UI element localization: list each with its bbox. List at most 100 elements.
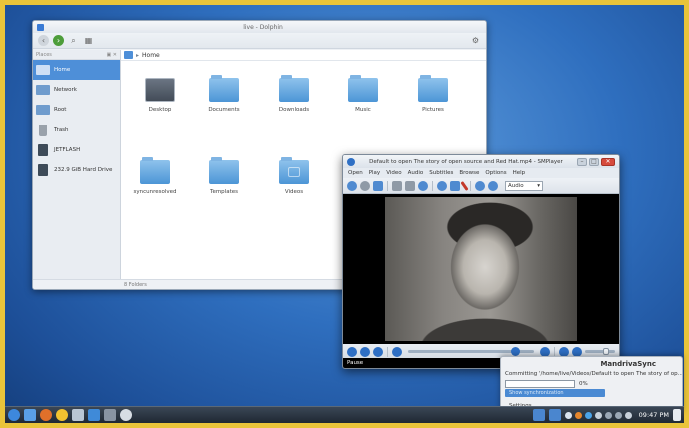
file-item-syncunresolved[interactable]: syncunresolved — [125, 157, 185, 195]
place-trash[interactable]: Trash — [33, 120, 120, 140]
file-item-documents[interactable]: Documents — [194, 75, 254, 113]
tray-wifi-icon[interactable] — [614, 411, 622, 419]
pause-icon[interactable] — [360, 346, 370, 357]
file-item-templates[interactable]: Templates — [194, 157, 254, 195]
notification-message: Committing '/home/live/Videos/Default to… — [505, 371, 682, 377]
places-panel: Places ▣ ✕ Home Network Root Trash JETFL… — [33, 50, 121, 279]
places-panel-controls-icon[interactable]: ▣ ✕ — [106, 52, 117, 58]
clock[interactable]: 09:47 PM — [639, 411, 669, 419]
fullscreen-toggle-icon[interactable] — [559, 346, 569, 357]
menu-subtitles[interactable]: Subtitles — [429, 170, 453, 176]
maximize-button[interactable]: □ — [589, 157, 599, 166]
info-icon[interactable] — [437, 180, 447, 191]
minimize-button[interactable]: – — [577, 157, 587, 166]
show-desktop-icon[interactable] — [673, 409, 681, 421]
firefox-icon[interactable] — [40, 409, 52, 421]
tray-update-icon[interactable] — [564, 411, 572, 419]
menu-bar: Open Play Video Audio Subtitles Browse O… — [343, 168, 619, 178]
play-icon[interactable] — [347, 346, 357, 357]
smplayer-titlebar[interactable]: Default to open The story of open source… — [343, 155, 619, 168]
menu-help[interactable]: Help — [513, 170, 526, 176]
tray-battery-icon[interactable] — [594, 411, 602, 419]
chat-icon[interactable] — [56, 409, 68, 421]
view-mode-icon[interactable]: ▦ — [83, 35, 94, 46]
previous-icon[interactable] — [475, 180, 485, 191]
usb-drive-icon — [38, 144, 48, 156]
file-label: Desktop — [148, 107, 172, 113]
back-button[interactable]: ‹ — [38, 35, 49, 46]
place-label: Home — [54, 67, 71, 73]
volume-slider[interactable] — [585, 348, 615, 355]
audio-track-select[interactable]: Audio ▾ — [505, 180, 543, 191]
network-icon — [36, 85, 50, 95]
seek-bar[interactable] — [408, 347, 534, 356]
mute-icon[interactable] — [572, 346, 582, 357]
search-icon[interactable]: ⌕ — [68, 35, 79, 46]
preferences-icon[interactable] — [460, 180, 469, 191]
compact-mode-icon[interactable] — [405, 180, 415, 191]
breadcrumb-root-button[interactable] — [124, 51, 133, 59]
file-item-music[interactable]: Music — [333, 75, 393, 113]
file-manager-titlebar[interactable]: live - Dolphin — [33, 21, 486, 33]
place-jetflash[interactable]: JETFLASH — [33, 140, 120, 160]
file-label: Pictures — [422, 107, 444, 113]
settings-menu-icon[interactable]: ⚙ — [470, 35, 481, 46]
playlist-icon[interactable] — [450, 180, 460, 191]
screenshot-icon[interactable] — [418, 180, 428, 191]
file-item-downloads[interactable]: Downloads — [264, 75, 324, 113]
menu-options[interactable]: Options — [485, 170, 506, 176]
office-icon[interactable] — [104, 409, 116, 421]
tray-network-icon[interactable] — [584, 411, 592, 419]
trash-icon — [39, 124, 47, 136]
file-manager-launcher-icon[interactable] — [24, 409, 36, 421]
file-item-videos[interactable]: Videos — [264, 157, 324, 195]
close-button[interactable]: ✕ — [601, 157, 615, 166]
breadcrumb: ▸ Home — [121, 50, 486, 61]
place-home[interactable]: Home — [33, 60, 120, 80]
open-url-icon[interactable] — [373, 180, 383, 191]
tray-volume-icon[interactable] — [624, 411, 632, 419]
breadcrumb-current[interactable]: Home — [142, 52, 160, 59]
menu-video[interactable]: Video — [386, 170, 401, 176]
smplayer-window[interactable]: Default to open The story of open source… — [342, 154, 620, 369]
mail-icon[interactable] — [72, 409, 84, 421]
seek-handle[interactable] — [511, 347, 521, 356]
file-item-desktop[interactable]: Desktop — [130, 78, 190, 113]
sync-progress-bar — [505, 380, 575, 388]
folder-icon — [140, 157, 170, 184]
file-label: Videos — [284, 189, 304, 195]
video-folder-icon — [279, 157, 309, 184]
open-file-icon[interactable] — [347, 180, 357, 191]
fullscreen-icon[interactable] — [392, 180, 402, 191]
rewind-icon[interactable] — [392, 346, 402, 357]
task-smplayer-icon[interactable] — [548, 409, 561, 421]
menu-browse[interactable]: Browse — [459, 170, 479, 176]
settings-gear-icon[interactable] — [120, 409, 132, 421]
folder-count: 8 Folders — [124, 281, 147, 288]
place-label: Root — [54, 107, 67, 113]
tray-sync-icon[interactable] — [574, 411, 582, 419]
menu-audio[interactable]: Audio — [408, 170, 424, 176]
next-icon[interactable] — [488, 180, 498, 191]
video-area[interactable] — [343, 194, 619, 344]
file-item-pictures[interactable]: Pictures — [403, 75, 463, 113]
place-hard-drive[interactable]: 232.9 GiB Hard Drive — [33, 160, 120, 180]
open-disc-icon[interactable] — [360, 180, 370, 191]
window-title: Default to open The story of open source… — [369, 158, 563, 165]
stop-icon[interactable] — [373, 346, 383, 357]
menu-open[interactable]: Open — [348, 170, 363, 176]
show-sync-button[interactable]: Show synchronization — [505, 389, 605, 397]
tray-tools-icon[interactable] — [604, 411, 612, 419]
folder-icon — [209, 157, 239, 184]
menu-play[interactable]: Play — [369, 170, 380, 176]
task-file-manager-icon[interactable] — [532, 409, 545, 421]
place-root[interactable]: Root — [33, 100, 120, 120]
forward-icon[interactable] — [540, 346, 550, 357]
mandrivasync-notification[interactable]: MandrivaSync Committing '/home/live/Vide… — [500, 356, 683, 412]
forward-button[interactable]: › — [53, 35, 64, 46]
media-player-icon[interactable] — [88, 409, 100, 421]
place-network[interactable]: Network — [33, 80, 120, 100]
start-menu-icon[interactable] — [8, 409, 20, 421]
volume-handle[interactable] — [603, 348, 609, 355]
window-title: live - Dolphin — [243, 23, 283, 31]
